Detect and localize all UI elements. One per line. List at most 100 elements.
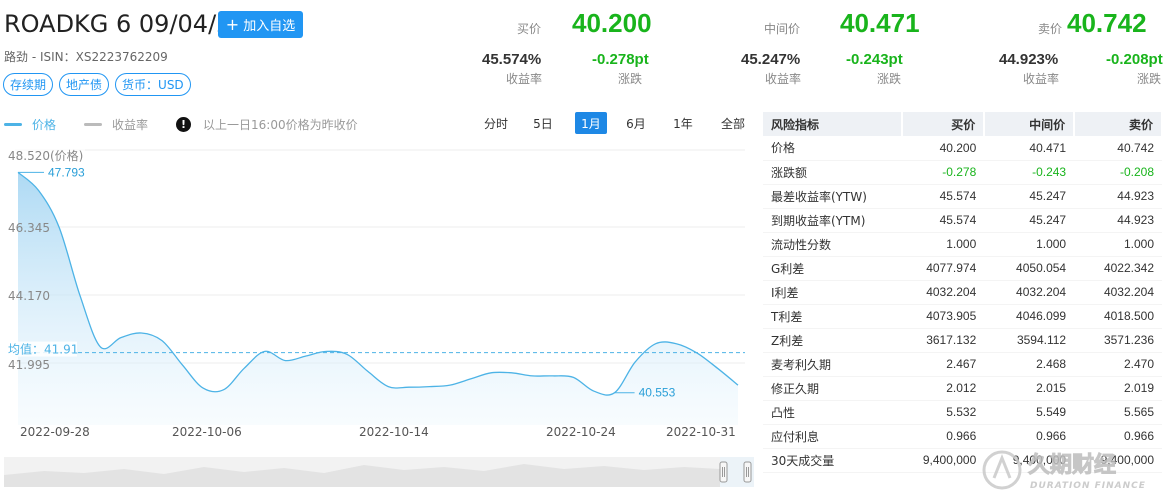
table-header-row: 风险指标 买价 中间价 卖价: [763, 112, 1163, 136]
mid-value: 40.471: [984, 136, 1075, 161]
bid-value: 40.200: [902, 136, 985, 161]
add-to-watchlist-label: 加入自选: [243, 19, 296, 34]
table-row: 麦考利久期 2.467 2.468 2.470: [763, 352, 1162, 377]
brand-watermark: 久期财经 DURATION FINANCE: [982, 450, 1146, 491]
min-value-label: 40.553: [639, 386, 676, 400]
issuer-isin: 路劲 - ISIN：XS2223762209: [4, 50, 168, 64]
legend-note: ! 以上一日16:00价格为昨收价: [176, 116, 358, 133]
legend-price-label: 价格: [32, 118, 57, 132]
bid-value: 5.532: [902, 400, 985, 425]
bid-value: -0.278: [902, 160, 985, 185]
table-row: 修正久期 2.012 2.015 2.019: [763, 376, 1162, 401]
metric-name: 最差收益率(YTW): [763, 184, 903, 209]
bid-value: 2.467: [902, 352, 985, 377]
bid-price: 40.200: [572, 8, 652, 38]
ask-value: 0.966: [1074, 423, 1162, 449]
table-row: Z利差 3617.132 3594.112 3571.236: [763, 328, 1162, 353]
mid-label: 中间价: [764, 22, 801, 36]
mid-price: 40.471: [840, 8, 920, 38]
average-label: 均值：41.91: [8, 342, 78, 357]
navigator-handle-left[interactable]: [719, 461, 728, 483]
mid-value: 3594.112: [984, 328, 1075, 353]
y-axis-label: 48.520(价格): [8, 148, 83, 163]
table-row: 流动性分数 1.000 1.000 1.000: [763, 232, 1162, 257]
bid-value: 45.574: [902, 208, 985, 233]
period-intraday[interactable]: 分时: [475, 112, 517, 134]
period-1y[interactable]: 1年: [657, 112, 709, 134]
bid-yield: 45.574%: [482, 51, 542, 68]
tag-currency[interactable]: 货币：USD: [115, 73, 191, 96]
max-value-label: 47.793: [48, 165, 85, 179]
price-line-swatch: [4, 123, 22, 126]
ask-value: 40.742: [1074, 136, 1162, 161]
watermark-brand: 久期财经: [1028, 452, 1116, 478]
x-tick-label: 2022-10-24: [546, 425, 616, 439]
period-all[interactable]: 全部: [709, 112, 757, 134]
period-6m[interactable]: 6月: [615, 112, 657, 134]
metric-name: I利差: [763, 280, 903, 305]
ask-value: 4018.500: [1074, 304, 1162, 329]
period-selector: 分时 5日 1月 6月 1年 全部: [475, 112, 757, 134]
table-row: T利差 4073.905 4046.099 4018.500: [763, 304, 1162, 329]
bid-value: 45.574: [902, 184, 985, 209]
metric-name: 凸性: [763, 400, 903, 425]
mid-value: 4050.054: [984, 256, 1075, 281]
brand-logo-mark: [992, 453, 1012, 479]
ask-value: 44.923: [1074, 208, 1162, 233]
x-tick-label: 2022-10-14: [359, 425, 429, 439]
metric-name: 流动性分数: [763, 232, 903, 257]
table-row: 价格 40.200 40.471 40.742: [763, 136, 1162, 161]
bid-value: 0.966: [902, 423, 985, 449]
legend-yield-label: 收益率: [112, 118, 149, 132]
price-chart[interactable]: 48.520(价格) 46.345 44.170 41.995 均值：41.91…: [0, 140, 750, 445]
chart-navigator[interactable]: [4, 455, 754, 489]
chart-legend: 价格 收益率 ! 以上一日16:00价格为昨收价: [4, 116, 386, 133]
navigator-svg: [4, 457, 754, 487]
add-to-watchlist-button[interactable]: + 加入自选: [218, 11, 303, 38]
mid-value: 2.015: [984, 376, 1075, 401]
ask-value: 4032.204: [1074, 280, 1162, 305]
metric-name: 30天成交量: [763, 448, 903, 473]
mid-value: -0.243: [984, 160, 1075, 185]
header-metric: 风险指标: [763, 112, 904, 136]
x-tick-label: 2022-10-06: [172, 425, 242, 439]
plus-icon: +: [225, 14, 240, 34]
watermark-sub: DURATION FINANCE: [1030, 481, 1146, 491]
ask-change-label: 涨跌: [1137, 72, 1162, 86]
bid-yield-label: 收益率: [506, 72, 543, 86]
ask-value: 3571.236: [1074, 328, 1162, 353]
period-1m[interactable]: 1月: [575, 112, 607, 134]
tag-status[interactable]: 存续期: [3, 73, 54, 96]
ask-value: 2.470: [1074, 352, 1162, 377]
mid-value: 4032.204: [984, 280, 1075, 305]
table-row: 涨跌额 -0.278 -0.243 -0.208: [763, 160, 1162, 185]
ask-change: -0.208pt: [1106, 51, 1163, 68]
ask-yield-label: 收益率: [1023, 72, 1060, 86]
ask-value: -0.208: [1074, 160, 1162, 185]
mid-value: 2.468: [984, 352, 1075, 377]
ask-yield: 44.923%: [999, 51, 1059, 68]
legend-price[interactable]: 价格: [4, 116, 56, 133]
ask-value: 2.019: [1074, 376, 1162, 401]
ask-value: 5.565: [1074, 400, 1162, 425]
legend-yield[interactable]: 收益率: [84, 116, 148, 133]
navigator-handle-right[interactable]: [743, 461, 752, 483]
tag-sector[interactable]: 地产债: [59, 73, 110, 96]
ask-value: 4022.342: [1074, 256, 1162, 281]
metric-name: 应付利息: [763, 423, 903, 449]
metric-name: T利差: [763, 304, 903, 329]
info-icon[interactable]: !: [176, 117, 192, 132]
header-bid: 买价: [902, 112, 986, 136]
bid-value: 1.000: [902, 232, 985, 257]
metric-name: 到期收益率(YTM): [763, 208, 903, 233]
mid-value: 0.966: [984, 423, 1075, 449]
table-row: 凸性 5.532 5.549 5.565: [763, 400, 1162, 425]
bid-value: 2.012: [902, 376, 985, 401]
bid-change-label: 涨跌: [618, 72, 643, 86]
y-tick-label: 41.995: [8, 358, 50, 372]
metric-name: 价格: [763, 136, 903, 161]
x-tick-label: 2022-10-31: [666, 425, 736, 439]
table-row: 应付利息 0.966 0.966 0.966: [763, 423, 1162, 449]
period-5d[interactable]: 5日: [517, 112, 569, 134]
x-tick-label: 2022-09-28: [20, 425, 90, 439]
